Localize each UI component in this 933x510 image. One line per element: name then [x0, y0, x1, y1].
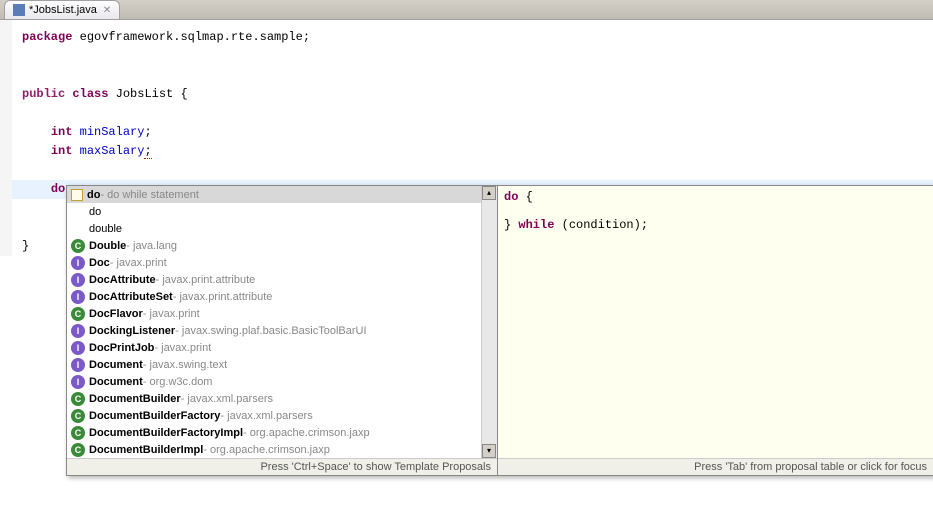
proposal-label: DocumentBuilderFactory: [89, 410, 220, 422]
proposal-item[interactable]: C DocumentBuilder - javax.xml.parsers: [67, 390, 481, 407]
keyword-class: class: [72, 87, 108, 101]
proposal-package: - javax.xml.parsers: [220, 410, 312, 422]
proposal-item[interactable]: I Document - org.w3c.dom: [67, 373, 481, 390]
proposal-package: - java.lang: [126, 240, 177, 252]
tab-bar: *JobsList.java ✕: [0, 0, 933, 20]
interface-i-icon: I: [71, 358, 85, 372]
proposal-hint: Press 'Ctrl+Space' to show Template Prop…: [67, 458, 497, 475]
preview-hint: Press 'Tab' from proposal table or click…: [498, 458, 933, 475]
package-path: egovframework.sqlmap.rte.sample;: [72, 30, 310, 44]
proposal-item[interactable]: C DocumentBuilderFactory - javax.xml.pars…: [67, 407, 481, 424]
proposal-item[interactable]: do - do while statement: [67, 186, 481, 203]
proposal-package: - javax.print: [154, 342, 211, 354]
proposal-label: Double: [89, 240, 126, 252]
proposal-item[interactable]: C Double - java.lang: [67, 237, 481, 254]
interface-i-icon: I: [71, 341, 85, 355]
proposal-list[interactable]: do - do while statementdodoubleCDouble -…: [67, 186, 481, 458]
scroll-up-button[interactable]: ▴: [482, 186, 496, 200]
proposal-item[interactable]: do: [67, 203, 481, 220]
proposal-label: Document: [89, 359, 143, 371]
proposal-package: - javax.print.attribute: [173, 291, 273, 303]
field-maxSalary: maxSalary: [72, 144, 144, 158]
proposal-package: - javax.swing.text: [143, 359, 227, 371]
proposal-package: - org.apache.crimson.jaxp: [243, 427, 370, 439]
proposal-label: do: [89, 206, 101, 218]
keyword-int: int: [51, 144, 73, 158]
class-c-icon: C: [71, 426, 85, 440]
proposal-label: DocPrintJob: [89, 342, 154, 354]
class-ca-icon: C: [71, 392, 85, 406]
interface-i-icon: I: [71, 375, 85, 389]
proposal-item[interactable]: C DocFlavor - javax.print: [67, 305, 481, 322]
field-minSalary: minSalary: [72, 125, 144, 139]
proposal-label: DocumentBuilderFactoryImpl: [89, 427, 243, 439]
semicolon: ;: [144, 125, 151, 139]
keyword-int: int: [51, 125, 73, 139]
proposal-item[interactable]: double: [67, 220, 481, 237]
proposal-label: DocFlavor: [89, 308, 143, 320]
proposal-item[interactable]: I Doc - javax.print: [67, 254, 481, 271]
class-c-icon: C: [71, 239, 85, 253]
proposal-item[interactable]: C DocumentBuilderImpl - org.apache.crimso…: [67, 441, 481, 458]
close-icon[interactable]: ✕: [103, 5, 111, 16]
editor-tab[interactable]: *JobsList.java ✕: [4, 0, 120, 19]
class-name: JobsList: [108, 87, 180, 101]
proposal-label: do: [87, 189, 100, 201]
proposal-label: double: [89, 223, 122, 235]
class-ca-icon: C: [71, 409, 85, 423]
proposal-label: DockingListener: [89, 325, 175, 337]
proposal-package: - javax.print: [110, 257, 167, 269]
interface-i-icon: I: [71, 290, 85, 304]
proposal-label: Doc: [89, 257, 110, 269]
interface-i-icon: I: [71, 324, 85, 338]
keyword-public: public: [22, 87, 65, 101]
preview-code: do { } while (condition);: [498, 186, 933, 458]
close-brace: }: [22, 239, 29, 253]
proposal-item[interactable]: I DockingListener - javax.swing.plaf.basi…: [67, 322, 481, 339]
scroll-down-button[interactable]: ▾: [482, 444, 496, 458]
proposal-package: - javax.print.attribute: [156, 274, 256, 286]
proposal-label: DocAttribute: [89, 274, 156, 286]
class-c-icon: C: [71, 307, 85, 321]
proposal-label: DocumentBuilder: [89, 393, 181, 405]
proposal-package: - javax.print: [143, 308, 200, 320]
proposal-label: Document: [89, 376, 143, 388]
proposal-package: - org.apache.crimson.jaxp: [203, 444, 330, 456]
keyword-package: package: [22, 30, 72, 44]
template-icon: [71, 189, 83, 201]
preview-panel[interactable]: do { } while (condition); Press 'Tab' fr…: [497, 186, 933, 475]
proposal-item[interactable]: I DocAttribute - javax.print.attribute: [67, 271, 481, 288]
proposal-label: DocAttributeSet: [89, 291, 173, 303]
interface-i-icon: I: [71, 273, 85, 287]
proposal-item[interactable]: I Document - javax.swing.text: [67, 356, 481, 373]
proposal-item[interactable]: I DocAttributeSet - javax.print.attribute: [67, 288, 481, 305]
proposal-item[interactable]: C DocumentBuilderFactoryImpl - org.apache…: [67, 424, 481, 441]
proposal-package: - org.w3c.dom: [143, 376, 213, 388]
proposal-label: DocumentBuilderImpl: [89, 444, 203, 456]
proposal-package: - do while statement: [100, 189, 198, 201]
proposal-package: - javax.swing.plaf.basic.BasicToolBarUI: [175, 325, 366, 337]
class-c-icon: C: [71, 443, 85, 457]
java-file-icon: [13, 4, 25, 16]
proposal-scrollbar[interactable]: ▴ ▾: [481, 186, 497, 458]
error-underline: ;: [144, 144, 151, 159]
open-brace: {: [180, 87, 187, 101]
proposal-item[interactable]: I DocPrintJob - javax.print: [67, 339, 481, 356]
autocomplete-popup: do - do while statementdodoubleCDouble -…: [66, 185, 933, 476]
interface-i-icon: I: [71, 256, 85, 270]
proposal-package: - javax.xml.parsers: [181, 393, 273, 405]
proposal-panel: do - do while statementdodoubleCDouble -…: [67, 186, 497, 475]
tab-filename: *JobsList.java: [29, 4, 97, 16]
keyword-do: do: [51, 182, 65, 196]
